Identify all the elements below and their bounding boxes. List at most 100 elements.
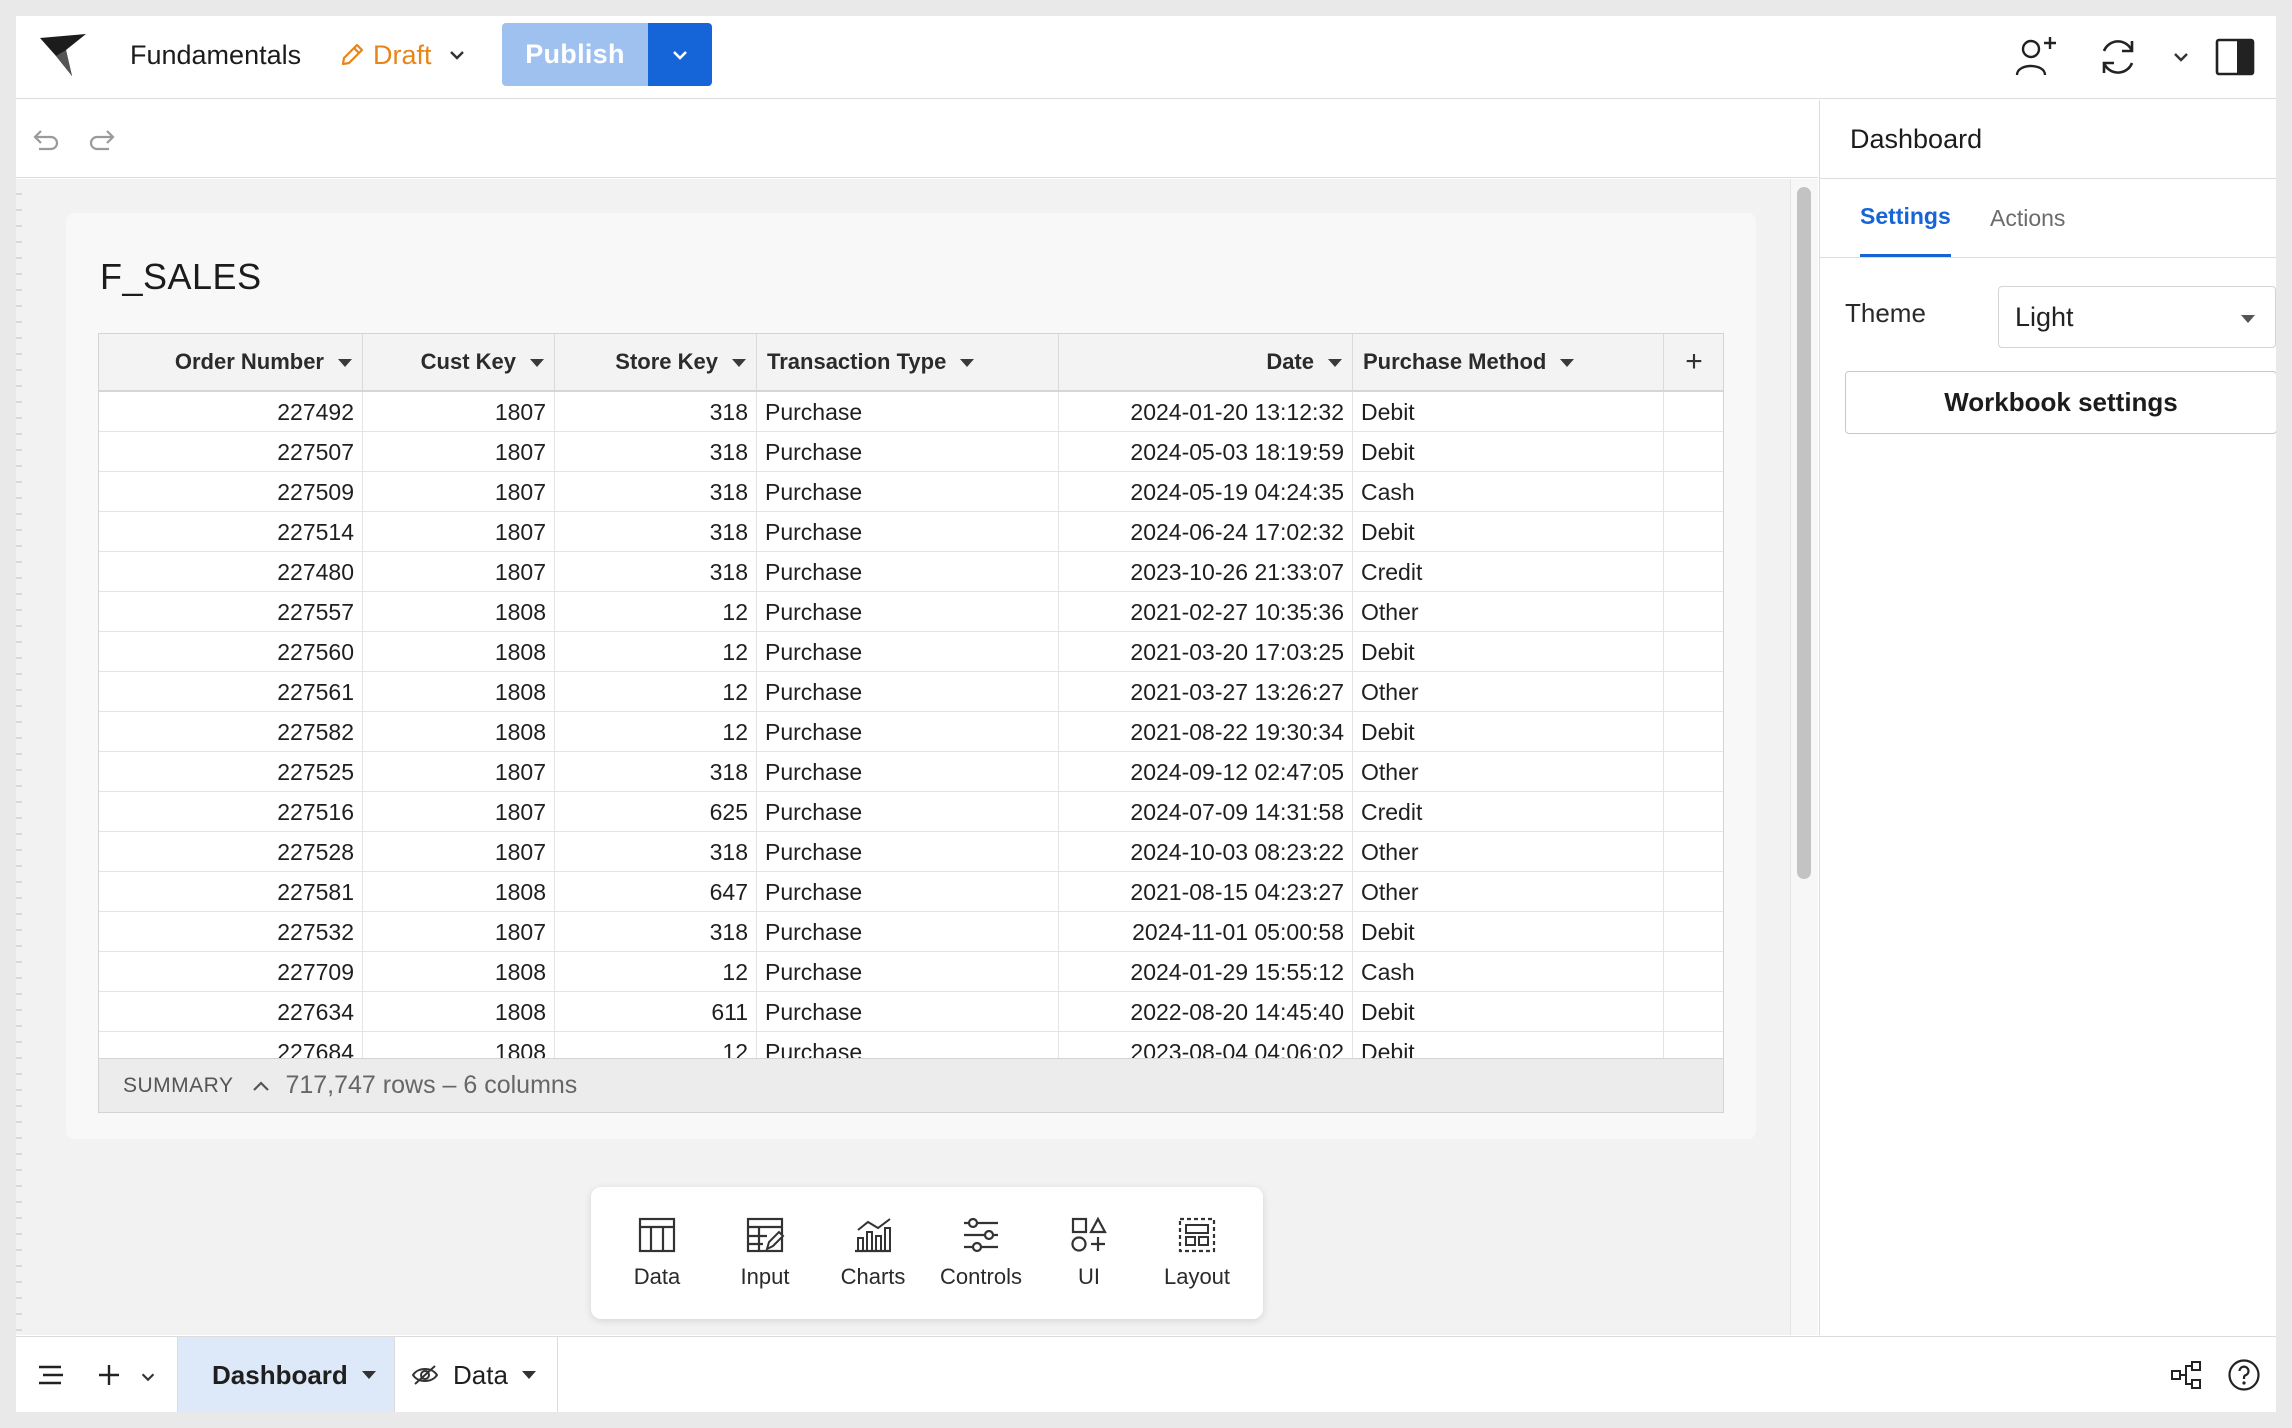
cell-order-number[interactable]: 227492 [99,392,363,432]
sigma-logo-icon[interactable] [36,30,90,82]
cell-cust-key[interactable]: 1808 [363,992,555,1032]
workbook-settings-button[interactable]: Workbook settings [1845,371,2276,434]
cell-store-key[interactable]: 12 [555,672,757,712]
workbook-title[interactable]: Fundamentals [130,38,301,72]
page-tab-dashboard[interactable]: Dashboard [178,1337,394,1412]
table-row[interactable]: 227634 1808 611 Purchase 2022-08-20 14:45:40… [99,992,1723,1032]
cell-empty[interactable] [1664,632,1723,672]
column-header-purchase-method[interactable]: Purchase Method [1353,334,1664,390]
column-header-date[interactable]: Date [1059,334,1353,390]
cell-date[interactable]: 2024-01-20 13:12:32 [1059,392,1353,432]
cell-date[interactable]: 2021-03-20 17:03:25 [1059,632,1353,672]
cell-purchase-method[interactable]: Debit [1353,632,1664,672]
column-header-store-key[interactable]: Store Key [555,334,757,390]
tab-settings[interactable]: Settings [1860,179,1951,257]
cell-order-number[interactable]: 227514 [99,512,363,552]
cell-transaction-type[interactable]: Purchase [757,672,1059,712]
refresh-button[interactable] [2093,34,2143,80]
cell-empty[interactable] [1664,472,1723,512]
refresh-options-button[interactable] [2166,42,2196,72]
cell-transaction-type[interactable]: Purchase [757,472,1059,512]
cell-purchase-method[interactable]: Debit [1353,432,1664,472]
cell-date[interactable]: 2024-06-24 17:02:32 [1059,512,1353,552]
cell-store-key[interactable]: 318 [555,432,757,472]
cell-purchase-method[interactable]: Debit [1353,712,1664,752]
draft-status-menu[interactable]: Draft [339,36,468,74]
cell-purchase-method[interactable]: Debit [1353,992,1664,1032]
cell-cust-key[interactable]: 1808 [363,952,555,992]
cell-transaction-type[interactable]: Purchase [757,632,1059,672]
cell-date[interactable]: 2024-11-01 05:00:58 [1059,912,1353,952]
cell-transaction-type[interactable]: Purchase [757,512,1059,552]
insert-controls-button[interactable]: Controls [927,1187,1035,1319]
cell-store-key[interactable]: 12 [555,712,757,752]
cell-store-key[interactable]: 12 [555,1032,757,1060]
cell-order-number[interactable]: 227709 [99,952,363,992]
redo-button[interactable] [84,122,120,156]
page-tab-data[interactable]: Data [395,1337,557,1412]
caret-down-icon[interactable] [338,359,352,367]
cell-purchase-method[interactable]: Debit [1353,912,1664,952]
table-row[interactable]: 227684 1808 12 Purchase 2023-08-04 04:06:02 D… [99,1032,1723,1060]
theme-select[interactable]: Light [1998,286,2276,348]
table-row[interactable]: 227582 1808 12 Purchase 2021-08-22 19:30:34 D… [99,712,1723,752]
table-row[interactable]: 227581 1808 647 Purchase 2021-08-15 04:23:27… [99,872,1723,912]
cell-purchase-method[interactable]: Credit [1353,552,1664,592]
cell-purchase-method[interactable]: Other [1353,752,1664,792]
cell-transaction-type[interactable]: Purchase [757,712,1059,752]
insert-ui-button[interactable]: UI [1035,1187,1143,1319]
table-summary-bar[interactable]: SUMMARY 717,747 rows – 6 columns [99,1058,1723,1112]
cell-store-key[interactable]: 625 [555,792,757,832]
table-row[interactable]: 227557 1808 12 Purchase 2021-02-27 10:35:36 O… [99,592,1723,632]
cell-store-key[interactable]: 318 [555,552,757,592]
cell-order-number[interactable]: 227560 [99,632,363,672]
cell-date[interactable]: 2024-09-12 02:47:05 [1059,752,1353,792]
cell-order-number[interactable]: 227516 [99,792,363,832]
cell-purchase-method[interactable]: Other [1353,592,1664,632]
cell-order-number[interactable]: 227509 [99,472,363,512]
cell-store-key[interactable]: 647 [555,872,757,912]
cell-cust-key[interactable]: 1807 [363,432,555,472]
insert-data-button[interactable]: Data [603,1187,711,1319]
cell-empty[interactable] [1664,832,1723,872]
undo-button[interactable] [28,122,64,156]
chevron-up-icon[interactable] [251,1079,271,1093]
cell-purchase-method[interactable]: Other [1353,872,1664,912]
cell-empty[interactable] [1664,672,1723,712]
canvas-scrollbar-thumb[interactable] [1797,187,1811,879]
cell-purchase-method[interactable]: Credit [1353,792,1664,832]
cell-transaction-type[interactable]: Purchase [757,952,1059,992]
help-button[interactable] [2226,1357,2262,1393]
insert-input-button[interactable]: Input [711,1187,819,1319]
cell-cust-key[interactable]: 1807 [363,472,555,512]
cell-empty[interactable] [1664,552,1723,592]
cell-date[interactable]: 2024-01-29 15:55:12 [1059,952,1353,992]
cell-order-number[interactable]: 227557 [99,592,363,632]
cell-transaction-type[interactable]: Purchase [757,832,1059,872]
caret-down-icon[interactable] [960,359,975,367]
cell-date[interactable]: 2021-02-27 10:35:36 [1059,592,1353,632]
table-row[interactable]: 227525 1807 318 Purchase 2024-09-12 02:47:05… [99,752,1723,792]
dashboard-canvas[interactable]: F_SALES Order Number Cust Key Store Key … [16,179,1818,1335]
cell-transaction-type[interactable]: Purchase [757,992,1059,1032]
column-header-order-number[interactable]: Order Number [99,334,363,390]
cell-order-number[interactable]: 227561 [99,672,363,712]
insert-layout-button[interactable]: Layout [1143,1187,1251,1319]
cell-store-key[interactable]: 318 [555,472,757,512]
cell-cust-key[interactable]: 1808 [363,712,555,752]
cell-empty[interactable] [1664,992,1723,1032]
cell-store-key[interactable]: 318 [555,752,757,792]
cell-order-number[interactable]: 227582 [99,712,363,752]
cell-store-key[interactable]: 318 [555,912,757,952]
caret-down-icon[interactable] [1560,359,1575,367]
cell-empty[interactable] [1664,872,1723,912]
cell-transaction-type[interactable]: Purchase [757,1032,1059,1060]
cell-order-number[interactable]: 227507 [99,432,363,472]
cell-store-key[interactable]: 318 [555,832,757,872]
cell-date[interactable]: 2024-10-03 08:23:22 [1059,832,1353,872]
cell-cust-key[interactable]: 1807 [363,792,555,832]
cell-purchase-method[interactable]: Debit [1353,392,1664,432]
table-row[interactable]: 227480 1807 318 Purchase 2023-10-26 21:33:07… [99,552,1723,592]
cell-store-key[interactable]: 12 [555,632,757,672]
cell-store-key[interactable]: 12 [555,592,757,632]
